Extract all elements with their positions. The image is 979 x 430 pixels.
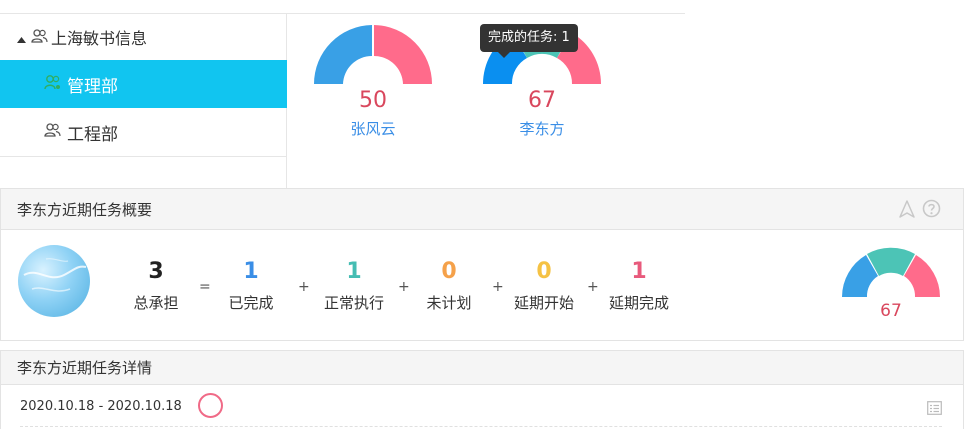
- task-date-range: 2020.10.18 - 2020.10.18: [20, 399, 182, 414]
- tree-item-engineering[interactable]: 工程部: [0, 108, 287, 156]
- users-icon: [44, 74, 64, 95]
- summary-gauge-chart[interactable]: [841, 247, 941, 299]
- stat-label: 总承担: [133, 294, 179, 312]
- task-summary-panel: 李东方近期任务概要 3 总承担 = 1 已完成 + 1 正常执行 + 0 未计划…: [0, 188, 964, 341]
- avatar: [18, 245, 90, 317]
- help-icon[interactable]: [922, 199, 941, 222]
- gauge-person-name[interactable]: 张风云: [313, 118, 433, 139]
- gauge-value: 50: [359, 88, 387, 113]
- task-details-panel: 李东方近期任务详情 2020.10.18 - 2020.10.18: [0, 350, 964, 429]
- stat-delayed-finish[interactable]: 1 延期完成: [589, 259, 689, 313]
- gauge-value: 67: [528, 88, 556, 113]
- org-tree: 上海敏书信息 管理部 工程部: [0, 14, 287, 188]
- navigate-icon[interactable]: [899, 200, 915, 222]
- summary-gauge-value: 67: [880, 301, 902, 321]
- tree-root-node[interactable]: 上海敏书信息: [0, 14, 287, 60]
- stat-label: 延期开始: [513, 294, 574, 312]
- panel-header: 李东方近期任务概要: [1, 189, 963, 230]
- tree-item-label: 管理部: [67, 76, 118, 97]
- stat-label: 已完成: [228, 294, 274, 312]
- stat-number: 1: [631, 259, 647, 284]
- tree-item-label: 工程部: [67, 124, 118, 145]
- chart-tooltip: 完成的任务: 1: [480, 24, 578, 58]
- tree-root-label: 上海敏书信息: [51, 29, 148, 48]
- panel-title: 李东方近期任务概要: [17, 200, 153, 219]
- users-icon: [31, 28, 49, 47]
- stat-normal[interactable]: 1 正常执行: [304, 259, 404, 313]
- stat-label: 延期完成: [608, 294, 669, 312]
- gauge-person-name[interactable]: 李东方: [482, 118, 602, 139]
- stat-label: 未计划: [426, 294, 472, 312]
- stat-number: 0: [536, 259, 552, 284]
- tree-item-management[interactable]: 管理部: [0, 60, 287, 108]
- users-icon: [44, 122, 64, 142]
- org-overview: 上海敏书信息 管理部 工程部 50 张风云 67 李东方 完成的任务: 1: [0, 0, 685, 188]
- stat-delayed-start[interactable]: 0 延期开始: [494, 259, 594, 313]
- stat-completed[interactable]: 1 已完成: [201, 259, 301, 313]
- panel-title: 李东方近期任务详情: [17, 359, 153, 377]
- task-row[interactable]: 2020.10.18 - 2020.10.18: [1, 385, 963, 430]
- stat-number: 0: [441, 259, 457, 284]
- half-gauge-chart[interactable]: [313, 24, 433, 86]
- stat-label: 正常执行: [323, 294, 384, 312]
- stat-number: 1: [346, 259, 362, 284]
- triangle-up-icon[interactable]: [17, 28, 27, 47]
- tree-divider: [0, 156, 287, 157]
- status-circle-icon: [198, 393, 223, 418]
- stat-total[interactable]: 3 总承担: [106, 259, 206, 313]
- list-icon[interactable]: [927, 400, 942, 419]
- stat-unplanned[interactable]: 0 未计划: [399, 259, 499, 313]
- stat-number: 3: [148, 259, 164, 284]
- stat-number: 1: [243, 259, 259, 284]
- panel-header: 李东方近期任务详情: [1, 351, 963, 385]
- gauge-card-zhangfengyun[interactable]: 50 张风云: [313, 24, 443, 164]
- row-divider: [20, 426, 942, 427]
